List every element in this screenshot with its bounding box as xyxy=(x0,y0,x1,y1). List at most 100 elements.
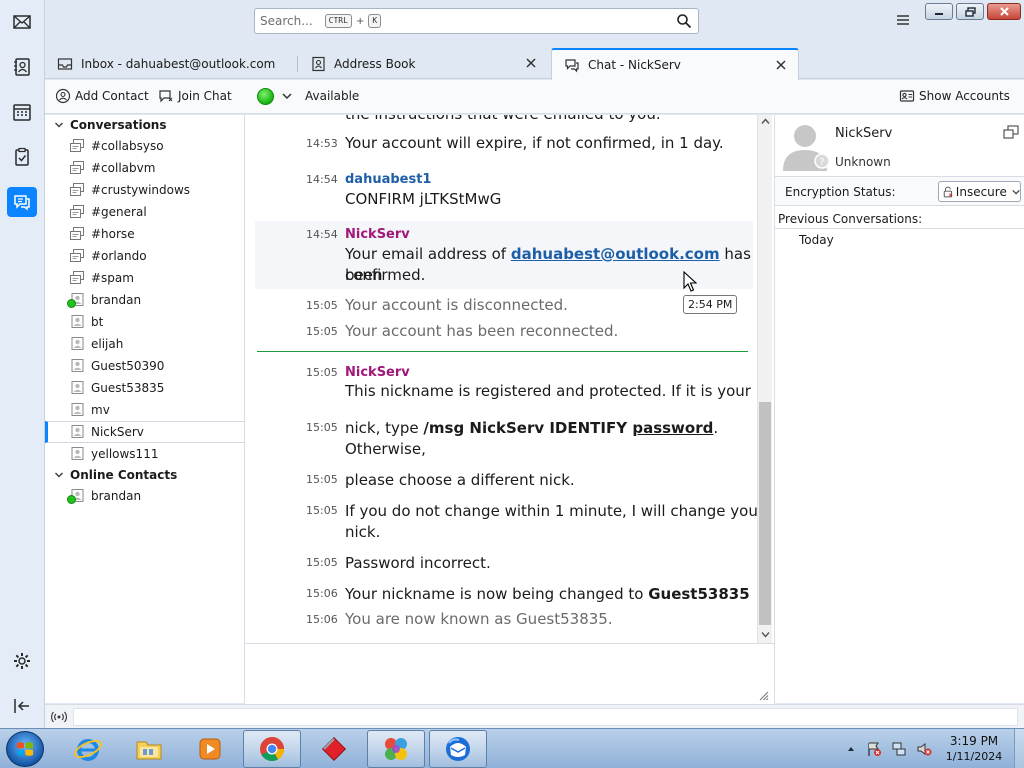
contact-item[interactable]: mv xyxy=(45,399,244,421)
tasks-space-button[interactable] xyxy=(7,142,37,172)
show-accounts-button[interactable]: Show Accounts xyxy=(899,88,1010,104)
contact-icon xyxy=(69,424,85,440)
message-time: 14:54 xyxy=(306,228,338,241)
contact-item[interactable]: brandan xyxy=(45,485,244,507)
action-center-flag-icon[interactable] xyxy=(866,741,882,757)
tab-address-book[interactable]: Address Book xyxy=(298,48,548,79)
system-message: Your account is disconnected. xyxy=(345,296,568,314)
collapse-icon xyxy=(14,699,29,713)
colorful-app-icon xyxy=(385,738,407,760)
contact-item[interactable]: #crustywindows xyxy=(45,179,244,201)
taskbar-red-diamond-app[interactable] xyxy=(305,730,363,768)
global-search-input[interactable]: Search... CTRL + K xyxy=(254,8,699,34)
status-available-icon[interactable] xyxy=(257,88,274,105)
message-nick: dahuabest1 xyxy=(345,172,432,187)
contact-item-label: #orlando xyxy=(91,249,147,263)
contact-item[interactable]: yellows111 xyxy=(45,443,244,465)
message-text: Password incorrect. xyxy=(345,554,491,572)
previous-conversations-header: Previous Conversations: xyxy=(775,209,1024,229)
contact-item[interactable]: #orlando xyxy=(45,245,244,267)
online-status-icon[interactable] xyxy=(51,710,67,724)
contact-item-label: NickServ xyxy=(91,425,144,439)
popout-icon[interactable] xyxy=(1003,125,1019,139)
add-contact-icon xyxy=(55,88,71,104)
scrollbar-thumb[interactable] xyxy=(759,402,771,625)
contact-item-label: brandan xyxy=(91,293,142,307)
chevron-down-icon[interactable] xyxy=(281,90,293,102)
mail-icon xyxy=(13,15,31,29)
contact-item[interactable]: #spam xyxy=(45,267,244,289)
calendar-space-button[interactable] xyxy=(7,97,37,127)
show-accounts-label: Show Accounts xyxy=(919,89,1010,103)
online-contacts-group-header[interactable]: Online Contacts xyxy=(45,465,244,485)
message-nick: NickServ xyxy=(345,227,410,242)
search-icon[interactable] xyxy=(676,13,692,29)
tab-inbox[interactable]: Inbox - dahuabest@outlook.com xyxy=(45,48,295,79)
contact-item[interactable]: Guest50390 xyxy=(45,355,244,377)
settings-space-button[interactable] xyxy=(7,646,37,676)
taskbar-windows-explorer[interactable] xyxy=(120,730,178,768)
message-input[interactable] xyxy=(245,643,774,704)
taskbar-internet-explorer[interactable] xyxy=(59,730,117,768)
red-diamond-icon xyxy=(321,736,347,762)
address-book-space-button[interactable] xyxy=(7,52,37,82)
contact-item-label: brandan xyxy=(91,489,142,503)
email-link[interactable]: dahuabest@outlook.com xyxy=(511,245,720,263)
contact-item[interactable]: bt xyxy=(45,311,244,333)
close-tab-icon[interactable] xyxy=(774,58,788,72)
contact-item[interactable]: brandan xyxy=(45,289,244,311)
mouse-cursor-icon xyxy=(683,271,697,292)
contact-item[interactable]: Guest53835 xyxy=(45,377,244,399)
restore-button[interactable] xyxy=(956,3,984,20)
encryption-dropdown[interactable]: Insecure xyxy=(938,181,1021,202)
message-text-part: . xyxy=(713,419,719,437)
message-text-part: nick, type xyxy=(345,419,424,437)
contact-item[interactable]: elijah xyxy=(45,333,244,355)
show-desktop-button[interactable] xyxy=(1014,729,1024,768)
mail-space-button[interactable] xyxy=(7,7,37,37)
contact-item[interactable]: #general xyxy=(45,201,244,223)
channel-icon xyxy=(69,204,85,220)
message-time: 15:05 xyxy=(306,421,338,434)
shortcut-plus: + xyxy=(355,15,365,27)
join-chat-button[interactable]: Join Chat xyxy=(158,88,232,104)
conversation-scrollbar[interactable] xyxy=(757,115,772,643)
tab-label: Chat - NickServ xyxy=(588,58,681,72)
media-player-icon xyxy=(199,738,221,760)
contact-item[interactable]: #collabvm xyxy=(45,157,244,179)
contact-item[interactable]: NickServ xyxy=(45,421,244,443)
scroll-down-icon[interactable] xyxy=(761,630,770,639)
previous-conversation-item[interactable]: Today xyxy=(799,233,834,247)
collapse-spaces-button[interactable] xyxy=(7,691,37,721)
status-label[interactable]: Available xyxy=(305,89,359,103)
taskbar-colorful-app[interactable] xyxy=(367,730,425,768)
add-contact-button[interactable]: Add Contact xyxy=(55,88,149,104)
chat-space-button[interactable] xyxy=(7,187,37,217)
clock-date[interactable]: 1/11/2024 xyxy=(940,750,1008,763)
minimize-button[interactable] xyxy=(925,3,953,20)
clock-time[interactable]: 3:19 PM xyxy=(940,734,1008,748)
taskbar-thunderbird[interactable] xyxy=(429,730,487,768)
network-icon[interactable] xyxy=(891,741,907,757)
volume-muted-icon[interactable] xyxy=(916,741,932,757)
taskbar-media-player[interactable] xyxy=(181,730,239,768)
contact-item[interactable]: #horse xyxy=(45,223,244,245)
taskbar-chrome[interactable] xyxy=(243,730,301,768)
message-nick: NickServ xyxy=(345,365,410,380)
resize-grip-icon[interactable] xyxy=(757,689,769,701)
message-time: 14:53 xyxy=(306,137,338,150)
contact-item[interactable]: #collabsyso xyxy=(45,135,244,157)
command-text: /msg NickServ IDENTIFY xyxy=(423,419,633,437)
tab-chat-nickserv[interactable]: Chat - NickServ xyxy=(551,48,799,80)
scroll-up-icon[interactable] xyxy=(761,117,770,126)
message-text: nick. xyxy=(345,523,381,541)
start-button[interactable] xyxy=(6,731,44,767)
show-hidden-icons-icon[interactable] xyxy=(846,744,856,754)
conversations-group-header[interactable]: Conversations xyxy=(45,115,244,135)
app-menu-icon[interactable] xyxy=(895,12,911,28)
message-time: 15:05 xyxy=(306,473,338,486)
join-chat-label: Join Chat xyxy=(178,89,232,103)
contact-item-label: Guest53835 xyxy=(91,381,165,395)
close-window-button[interactable] xyxy=(987,3,1021,20)
close-tab-icon[interactable] xyxy=(524,56,538,70)
